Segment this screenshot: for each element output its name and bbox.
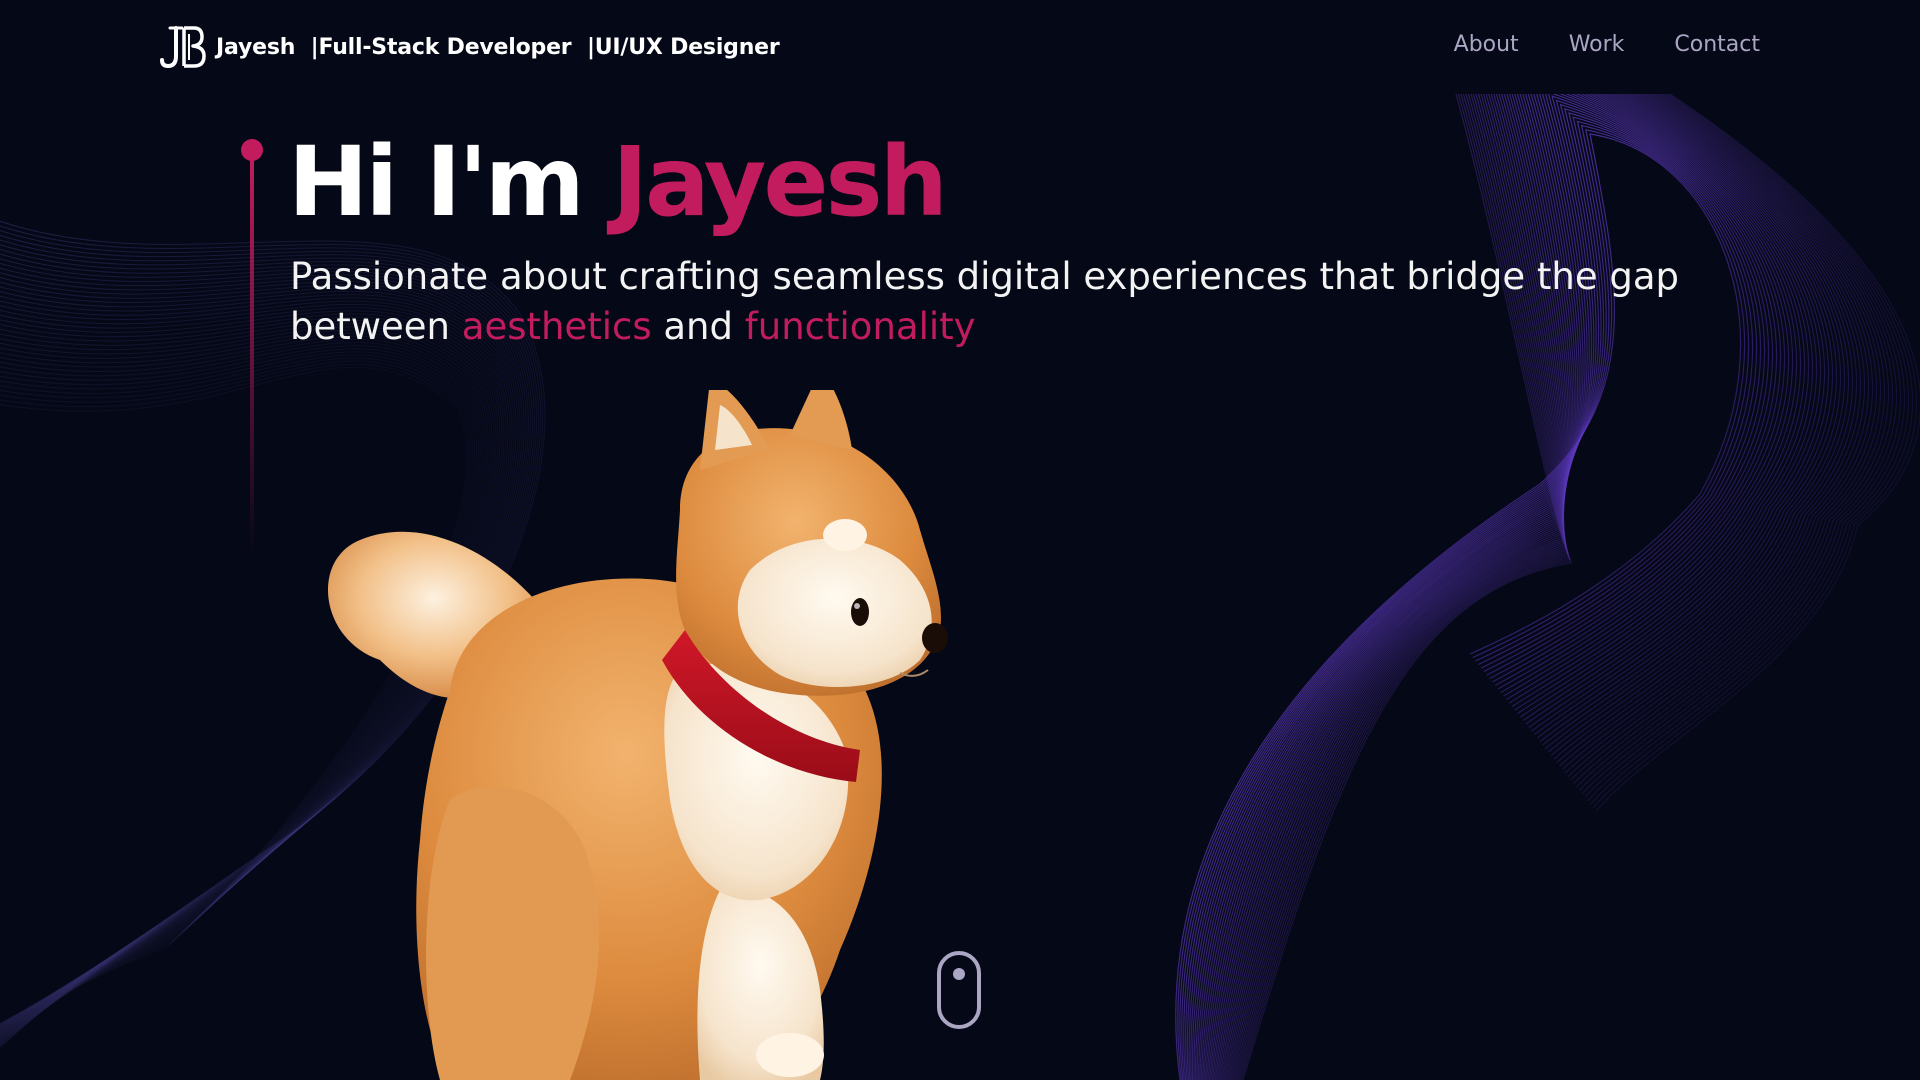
brand-tag-fullstack: |Full-Stack Developer (310, 34, 572, 60)
right-wave-line (1232, 94, 1893, 1080)
right-wave-line (1210, 94, 1830, 1080)
portfolio-page: Jayesh |Full-Stack Developer |UI/UX Desi… (0, 0, 1920, 1080)
nav-link-contact[interactable]: Contact (1674, 32, 1760, 57)
right-wave-line (1231, 94, 1889, 1080)
right-wave-line (1201, 94, 1806, 1080)
main-nav: About Work Contact (1454, 32, 1760, 57)
hero-subtitle-and: and (651, 305, 745, 348)
shiba-dog-3d-model[interactable] (300, 390, 1180, 1080)
mouse-scroll-icon[interactable] (936, 950, 982, 1030)
hero-accent-line (241, 139, 263, 556)
site-header: Jayesh |Full-Stack Developer |UI/UX Desi… (0, 0, 1920, 94)
hero-subtitle: Passionate about crafting seamless digit… (290, 252, 1690, 352)
hero-name: Jayesh (612, 126, 948, 238)
right-wave-group (1175, 94, 1920, 1080)
nav-link-about[interactable]: About (1454, 32, 1519, 57)
brand-name: Jayesh |Full-Stack Developer |UI/UX Desi… (216, 35, 780, 60)
nav-link-work[interactable]: Work (1569, 32, 1625, 57)
right-wave-line (1200, 94, 1802, 1080)
right-wave-line (1236, 94, 1905, 1080)
brand-tag-uiux: |UI/UX Designer (586, 34, 780, 60)
jb-monogram-logo-icon (160, 26, 206, 69)
right-wave-line (1242, 94, 1920, 1080)
hero-subtitle-aesthetics: aesthetics (461, 305, 652, 348)
hero-subtitle-functionality: functionality (744, 305, 976, 348)
brand-link[interactable]: Jayesh |Full-Stack Developer |UI/UX Desi… (160, 24, 780, 70)
hero-title: Hi I'm Jayesh (288, 122, 948, 242)
right-wave-line (1211, 94, 1834, 1080)
brand-name-text: Jayesh (216, 34, 296, 60)
hero-greeting: Hi I'm (288, 126, 613, 238)
right-wave-line (1227, 94, 1878, 1080)
